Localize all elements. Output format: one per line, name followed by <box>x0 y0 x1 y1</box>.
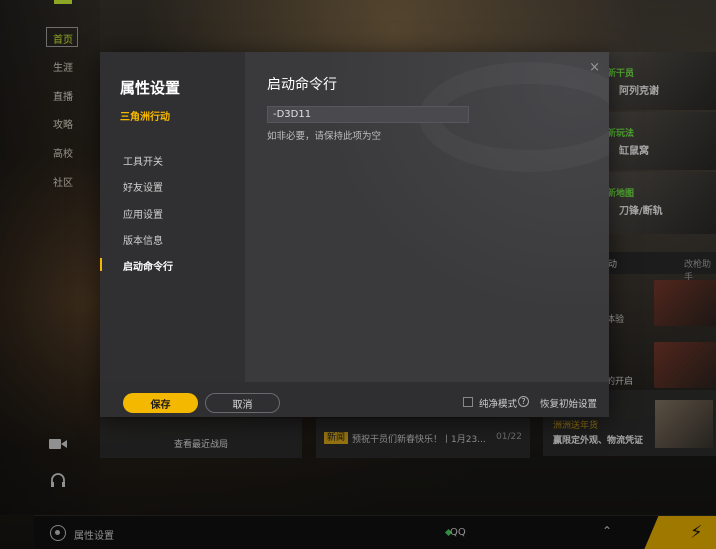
command-line-input[interactable] <box>267 106 469 123</box>
close-icon[interactable]: × <box>589 60 600 75</box>
sidebar-item-version-info[interactable]: 版本信息 <box>123 232 163 247</box>
section-title: 启动命令行 <box>267 77 337 93</box>
active-item-marker <box>100 258 102 271</box>
sidebar-item-friend-settings[interactable]: 好友设置 <box>123 179 163 194</box>
sidebar-item-app-settings[interactable]: 应用设置 <box>123 206 163 221</box>
clean-mode-label[interactable]: 纯净模式 <box>479 396 517 410</box>
restore-defaults-link[interactable]: 恢复初始设置 <box>540 396 597 410</box>
clean-mode-checkbox[interactable] <box>463 397 473 407</box>
dialog-content: 启动命令行 如非必要，请保持此项为空 × <box>245 52 609 382</box>
sidebar-item-tool-switch[interactable]: 工具开关 <box>123 153 163 168</box>
save-button[interactable]: 保存 <box>123 393 198 413</box>
settings-dialog: 属性设置 三角洲行动 工具开关 好友设置 应用设置 版本信息 启动命令行 启动命… <box>100 52 609 417</box>
game-name: 三角洲行动 <box>120 112 170 123</box>
dialog-footer: 保存 取消 纯净模式 ? 恢复初始设置 <box>100 382 609 417</box>
command-hint: 如非必要，请保持此项为空 <box>267 131 382 142</box>
sidebar-item-launch-command[interactable]: 启动命令行 <box>123 258 173 273</box>
help-icon[interactable]: ? <box>518 396 529 407</box>
cancel-button[interactable]: 取消 <box>205 393 280 413</box>
dialog-sidebar: 属性设置 三角洲行动 工具开关 好友设置 应用设置 版本信息 启动命令行 <box>100 52 245 382</box>
dialog-title: 属性设置 <box>120 79 181 97</box>
